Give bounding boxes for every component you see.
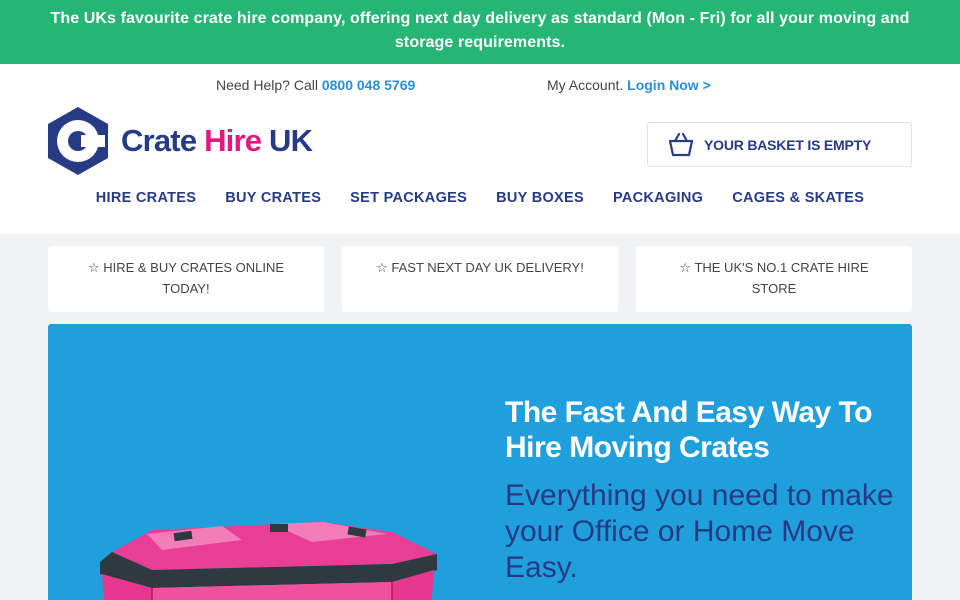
hero-banner: The Fast And Easy Way To Hire Moving Cra… (48, 324, 912, 600)
basket-label: YOUR BASKET IS EMPTY (704, 136, 872, 153)
logo-wordmark: Crate Hire UK (121, 123, 313, 159)
login-link[interactable]: Login Now > (627, 77, 711, 93)
feature-card-no1: ☆ THE UK'S NO.1 CRATE HIRE STORE (636, 246, 912, 312)
pink-crate-image (100, 522, 437, 600)
nav-cages-skates[interactable]: CAGES & SKATES (732, 190, 864, 206)
c-hexagon-logo-icon (48, 107, 108, 175)
promo-banner: The UKs favourite crate hire company, of… (0, 0, 960, 64)
logo-word-hire: Hire (204, 123, 262, 158)
nav-hire-crates[interactable]: HIRE CRATES (96, 190, 197, 206)
nav-set-packages[interactable]: SET PACKAGES (350, 190, 467, 206)
feature-card-hire-buy: ☆ HIRE & BUY CRATES ONLINE TODAY! (48, 246, 324, 312)
site-header: Need Help? Call 0800 048 5769 My Account… (0, 64, 960, 234)
help-line: Need Help? Call 0800 048 5769 (216, 77, 415, 93)
account-prefix: My Account. (547, 77, 628, 93)
account-line: My Account. Login Now > (547, 77, 711, 93)
feature-card-delivery: ☆ FAST NEXT DAY UK DELIVERY! (342, 246, 618, 312)
logo-word-crate: Crate (121, 123, 197, 158)
nav-buy-crates[interactable]: BUY CRATES (225, 190, 321, 206)
nav-packaging[interactable]: PACKAGING (613, 190, 703, 206)
hero-subtitle: Everything you need to make your Office … (505, 479, 894, 584)
nav-buy-boxes[interactable]: BUY BOXES (496, 190, 584, 206)
help-prefix: Need Help? Call (216, 77, 322, 93)
site-logo[interactable]: Crate Hire UK (47, 106, 313, 176)
phone-link[interactable]: 0800 048 5769 (322, 77, 415, 93)
hero-title: The Fast And Easy Way To Hire Moving Cra… (505, 396, 872, 464)
feature-strip: ☆ HIRE & BUY CRATES ONLINE TODAY! ☆ FAST… (48, 246, 912, 312)
promo-text: The UKs favourite crate hire company, of… (50, 10, 910, 51)
main-navigation: HIRE CRATES BUY CRATES SET PACKAGES BUY … (0, 190, 960, 206)
basket-icon (668, 132, 694, 156)
logo-word-uk: UK (269, 123, 313, 158)
basket-button[interactable]: YOUR BASKET IS EMPTY (647, 122, 912, 167)
